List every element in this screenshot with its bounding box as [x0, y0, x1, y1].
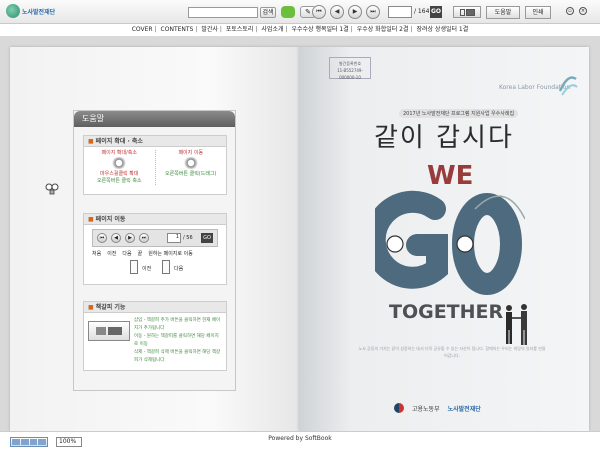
page-number-input[interactable]: [388, 6, 412, 18]
move-line-1: 오른쪽버튼 클릭(드래그): [165, 171, 217, 177]
bookmark-section-heading: 책갈피 기능: [95, 304, 126, 311]
menu-item-excellence[interactable]: 우수상 화합일터 2결: [357, 26, 409, 33]
cover-title: 같이 갑시다: [374, 123, 514, 153]
demo-go: GO: [201, 233, 213, 243]
zoom-line-2: 오른쪽버튼 클릭 축소: [96, 178, 142, 184]
demo-first-icon: ⏮: [97, 233, 107, 243]
top-toolbar: 노사발전재단 검색 ✎ ⏮ ◀ ▶ ⏭ / 164 GO 도움말 인쇄 ▫ ×: [0, 0, 600, 24]
page-flip-next-icon: [162, 260, 170, 274]
cover-together: TOGETHER: [389, 301, 504, 323]
close-icon[interactable]: ×: [579, 7, 587, 15]
bookmark-line-1: 삽입 - 책갈피 추가 버튼을 클릭하면 현재 페이지가 추가됩니다: [134, 318, 221, 331]
double-page-icon: [465, 8, 475, 16]
go-graphic: [375, 190, 525, 295]
demo-page-input: 1: [167, 233, 181, 243]
bookmark-line-2: 이동 - 원하는 책갈피를 클릭하면 해당 페이지로 이동: [134, 334, 219, 347]
next-page-button[interactable]: ▶: [348, 5, 362, 19]
foundation-emblem-icon: [558, 76, 578, 96]
chat-icon[interactable]: [281, 6, 295, 18]
nav-demo-bar: ⏮ ◀ ▶ ⏭ 1 / 56 GO: [92, 229, 218, 247]
help-section-zoom: ■ 페이지 확대 · 축소 페이지 확대/축소 마우스휠클릭 확대 오른쪽버튼 클…: [83, 135, 227, 195]
view-mode-button[interactable]: [453, 6, 481, 18]
bookmark-demo-icon: [88, 321, 130, 341]
help-panel-title: 도움말: [74, 111, 235, 127]
demo-page-total: / 56: [183, 235, 193, 241]
menu-item-contents[interactable]: CONTENTS: [161, 26, 194, 33]
label-goto: 원하는 페이지로 이동: [148, 251, 193, 257]
label-prev: 이전: [107, 251, 117, 257]
move-title: 페이지 이동: [178, 150, 204, 156]
demo-next-icon: ▶: [125, 233, 135, 243]
help-panel: 도움말 ■ 페이지 확대 · 축소 페이지 확대/축소 마우스휠클릭 확대 오른쪽…: [73, 110, 236, 391]
book-viewer: 도움말 ■ 페이지 확대 · 축소 페이지 확대/축소 마우스휠클릭 확대 오른쪽…: [0, 36, 600, 431]
prev-page-button[interactable]: ◀: [330, 5, 344, 19]
logo-mark-icon: [6, 4, 20, 18]
label-last: 끝: [137, 251, 143, 257]
zoom-title: 페이지 확대/축소: [101, 150, 137, 156]
fullscreen-icon[interactable]: ▫: [566, 7, 574, 15]
ministry-name: 고용노동부: [412, 405, 440, 413]
menu-item-encouragement[interactable]: 장려상 상생일터 1결: [416, 26, 468, 33]
cursor-hand-icon: [45, 183, 59, 195]
mouse-icon: [111, 157, 128, 169]
menu-item-foreword[interactable]: 발간사: [201, 26, 218, 33]
menu-item-grand-prize[interactable]: 우수수상 행복일터 1결: [291, 26, 348, 33]
menu-bar: COVER | CONTENTS | 발간사 | 포토스토리 | 사업소개 | 우수수상 …: [131, 26, 469, 33]
registration-tag: 발간등록번호 11-B552749-000000-10: [329, 57, 371, 80]
menu-item-photostory[interactable]: 포토스토리: [226, 26, 254, 33]
search-input[interactable]: [188, 7, 258, 18]
nav-section-heading: 페이지 이동: [95, 216, 126, 223]
cover-logos: 고용노동부 노사발전재단: [394, 403, 481, 413]
single-page-icon: [459, 8, 465, 16]
page-flip-prev-icon: [130, 260, 138, 274]
flip-prev-label: 이전: [142, 266, 152, 272]
last-page-button[interactable]: ⏭: [366, 5, 380, 19]
help-button[interactable]: 도움말: [486, 6, 520, 19]
cover-we: WE: [427, 161, 474, 191]
page-total: / 164: [414, 8, 430, 15]
logo-text: 노사발전재단: [22, 8, 56, 16]
label-next: 다음: [122, 251, 132, 257]
help-section-navigation: ■ 페이지 이동 ⏮ ◀ ▶ ⏭ 1 / 56 GO 처음 이전 다음 끝 원하는…: [83, 213, 227, 285]
menu-item-cover[interactable]: COVER: [132, 26, 153, 33]
label-first: 처음: [92, 251, 102, 257]
drag-mouse-icon: [182, 157, 199, 169]
print-button[interactable]: 인쇄: [525, 6, 551, 19]
business-people-icon: [506, 304, 527, 345]
powered-by-text: Powered by SoftBook: [268, 435, 332, 442]
demo-prev-icon: ◀: [111, 233, 121, 243]
help-section-bookmark: ■ 책갈피 기능 삽입 - 책갈피 추가 버튼을 클릭하면 현재 페이지가 추가됩…: [83, 301, 227, 371]
zoom-section-heading: 페이지 확대 · 축소: [95, 138, 143, 145]
search-button[interactable]: 검색: [260, 7, 276, 18]
foundation-name: 노사발전재단: [447, 405, 481, 413]
logo: 노사발전재단: [6, 4, 55, 18]
ministry-emblem-icon: [394, 403, 404, 413]
right-page-cover[interactable]: 발간등록번호 11-B552749-000000-10 Korea Labor …: [299, 47, 589, 431]
bookmark-line-3: 삭제 - 책갈피 삭제 버튼을 클릭하면 해당 책갈피가 삭제됩니다: [134, 350, 221, 363]
zoom-line-1: 마우스휠클릭 확대: [100, 171, 139, 177]
demo-last-icon: ⏭: [139, 233, 149, 243]
first-page-button[interactable]: ⏮: [312, 5, 326, 19]
bottom-bar: 100% Powered by SoftBook: [0, 431, 600, 457]
flip-next-label: 다음: [174, 266, 184, 272]
menu-item-business[interactable]: 사업소개: [261, 26, 283, 33]
cover-body-text: 노사 공동의 가치는 같이 성장하는 데서 더욱 공유할 수 있는 자산이 됩니…: [358, 346, 546, 358]
go-button[interactable]: GO: [430, 6, 442, 18]
